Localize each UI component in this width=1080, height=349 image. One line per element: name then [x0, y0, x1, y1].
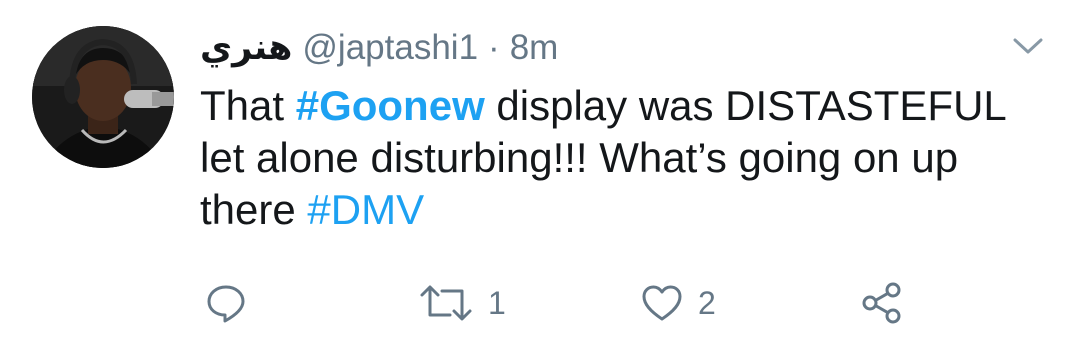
heart-icon	[642, 285, 682, 321]
separator-dot: ·	[488, 28, 500, 67]
avatar[interactable]	[32, 26, 174, 168]
reply-icon	[207, 285, 245, 323]
like-button[interactable]: 2	[640, 276, 716, 330]
tweet-text-part: That	[200, 82, 296, 129]
display-name[interactable]: هنري	[200, 26, 292, 70]
retweet-count: 1	[488, 284, 506, 321]
hashtag-link[interactable]: #DMV	[307, 186, 424, 233]
reply-button[interactable]	[204, 276, 248, 330]
chevron-down-icon[interactable]	[1010, 34, 1046, 58]
share-button[interactable]	[860, 276, 904, 330]
share-icon	[862, 282, 901, 324]
tweet-text: That #Goonew display was DISTASTEFUL let…	[200, 80, 1060, 236]
retweet-button[interactable]: 1	[418, 276, 506, 330]
like-count: 2	[698, 284, 716, 321]
hashtag-link[interactable]: #Goonew	[296, 82, 485, 129]
avatar-image	[32, 26, 174, 168]
retweet-icon	[420, 285, 472, 321]
tweet-card[interactable]: هنري @japtashi1 · 8m That #Goonew displa…	[0, 0, 1080, 349]
timestamp[interactable]: 8m	[510, 26, 559, 70]
user-handle[interactable]: @japtashi1	[302, 26, 478, 70]
tweet-header: هنري @japtashi1 · 8m	[200, 26, 558, 70]
tweet-actions: 1 2	[200, 276, 920, 330]
